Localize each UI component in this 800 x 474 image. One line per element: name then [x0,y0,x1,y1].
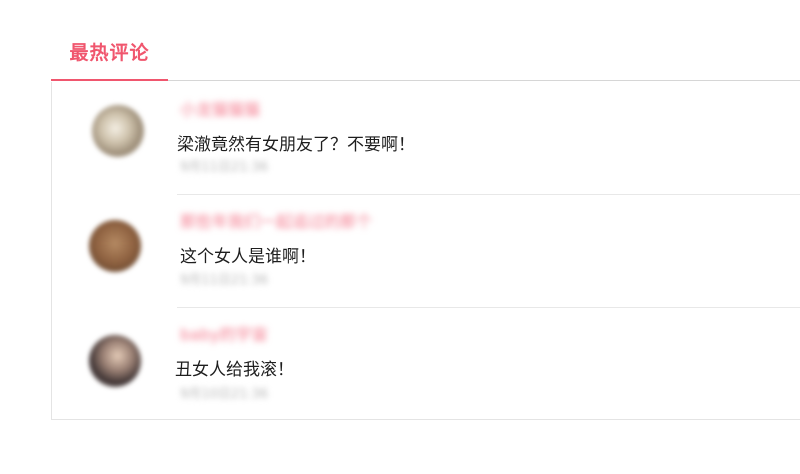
avatar[interactable] [89,335,141,387]
comment-timestamp: 9月11日21:36 [180,160,269,175]
comment-item: baby的宇宙 丑女人给我滚！ 9月10日21:36 [52,308,800,421]
comment-tab-bar: 最热评论 [51,26,800,82]
comment-text: 丑女人给我滚！ [175,360,294,380]
header-divider [168,80,800,81]
comment-timestamp: 9月11日21:36 [180,273,269,288]
comment-text: 这个女人是谁啊！ [180,247,316,267]
active-tab-indicator [51,79,168,81]
comment-username[interactable]: 小龙猫猫猫 [180,99,260,121]
comment-text: 梁澈竟然有女朋友了？不要啊！ [177,135,415,155]
avatar[interactable] [89,220,141,272]
comment-timestamp: 9月10日21:36 [180,387,269,402]
comment-item: 小龙猫猫猫 梁澈竟然有女朋友了？不要啊！ 9月11日21:36 [52,82,800,195]
comment-username[interactable]: baby的宇宙 [180,324,268,346]
comment-list: 小龙猫猫猫 梁澈竟然有女朋友了？不要啊！ 9月11日21:36 那些年我们一起追… [51,82,800,420]
comment-username[interactable]: 那些年我们一起追过的那个 [180,211,372,233]
avatar[interactable] [92,105,144,157]
page: 最热评论 小龙猫猫猫 梁澈竟然有女朋友了？不要啊！ 9月11日21:36 那些年… [0,0,800,474]
tab-hot-comments[interactable]: 最热评论 [51,26,168,80]
comment-item: 那些年我们一起追过的那个 这个女人是谁啊！ 9月11日21:36 [52,195,800,308]
